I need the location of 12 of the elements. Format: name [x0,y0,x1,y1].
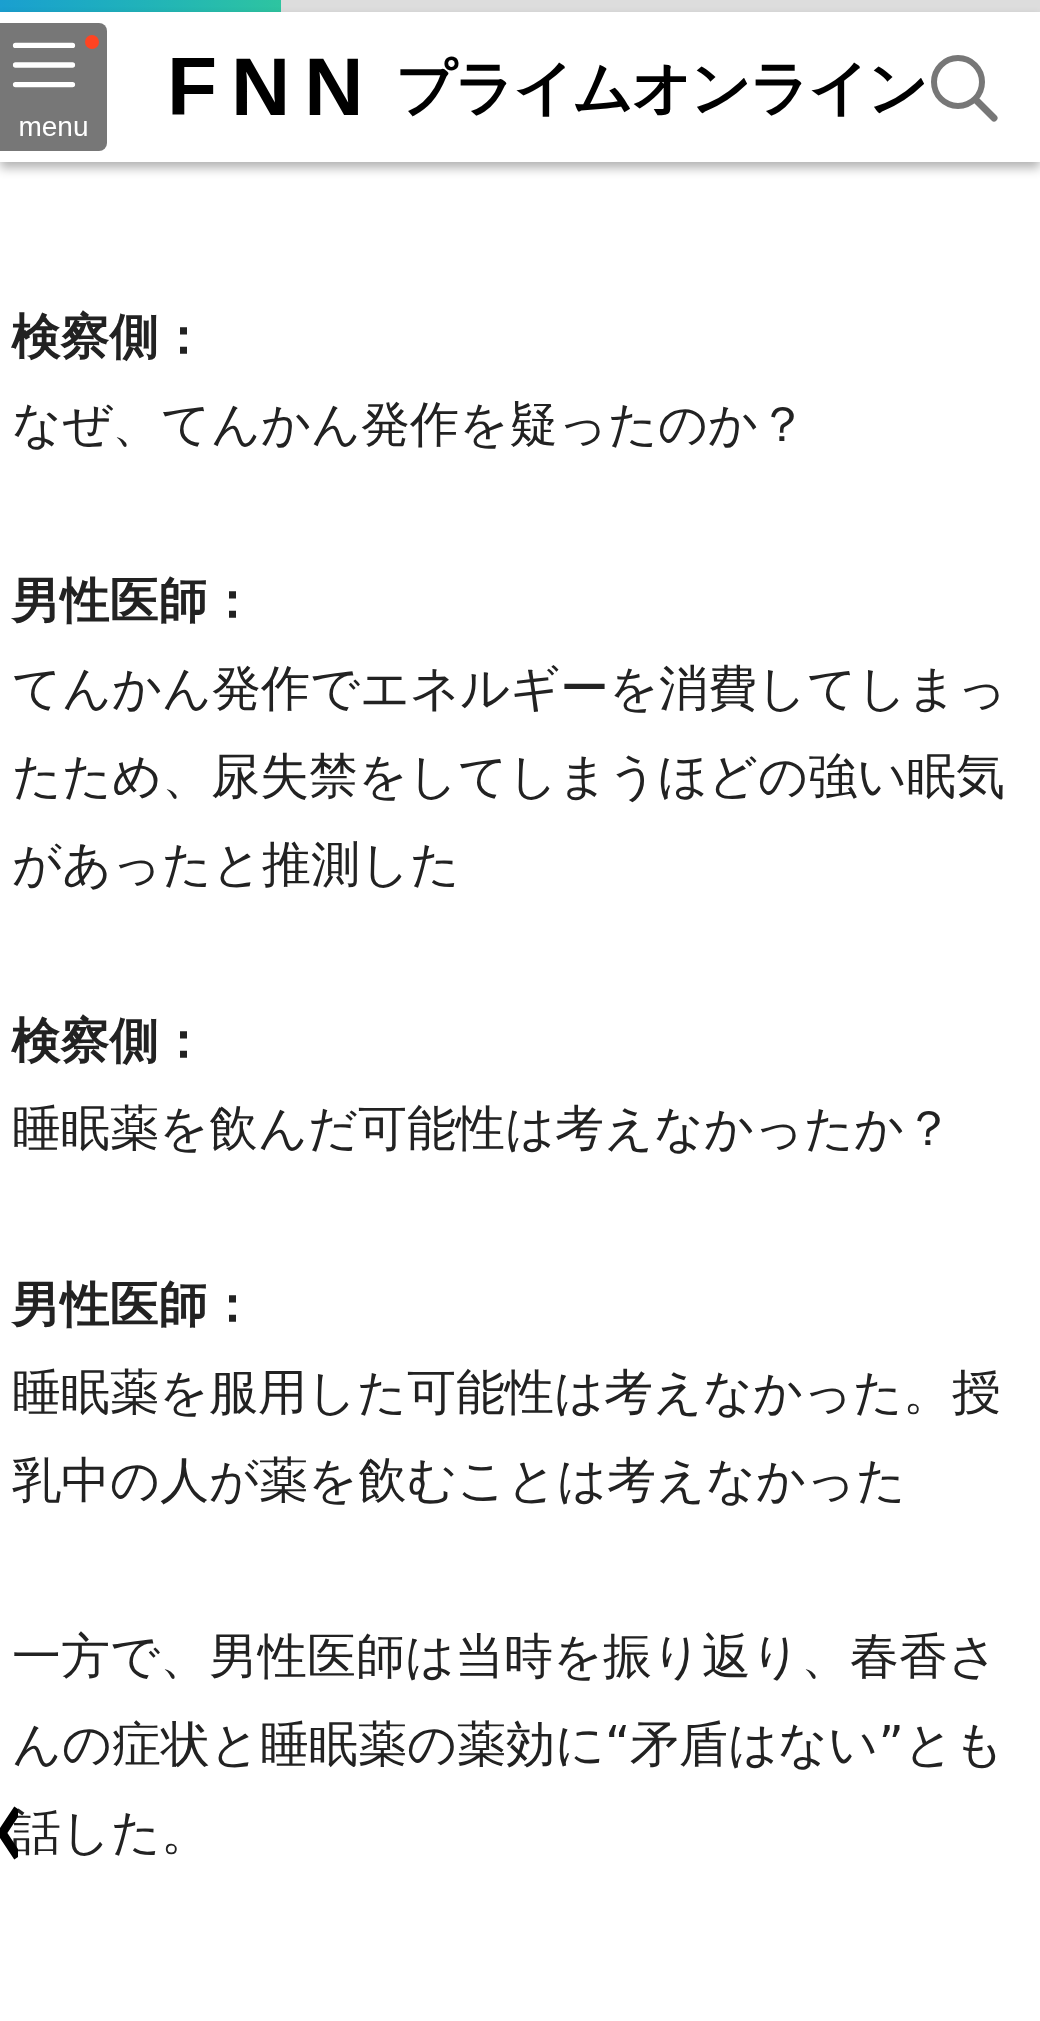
speaker-label: 男性医師： [12,1275,258,1335]
article-paragraph: なぜ、てんかん発作を疑ったのか？ [12,395,808,455]
article-paragraph: 睡眠薬を飲んだ可能性は考えなかったか？ [12,1099,954,1159]
article-paragraph: てんかん発作でエネルギーを消費してしまったため、尿失禁をしてしまうほどの強い眠気があったと推測した [12,659,1008,895]
logo-text: プライムオンライン [395,57,927,117]
menu-button[interactable]: menu [0,23,107,151]
article-paragraph: 睡眠薬を服用した可能性は考えなかった。授乳中の人が薬を飲むことは考えなかった [12,1363,1002,1511]
speaker-label: 男性医師： [12,571,258,631]
search-icon[interactable] [928,52,1000,124]
speaker-label: 検察側： [12,1011,209,1071]
speaker-label: 検察側： [12,307,209,367]
logo-letters: FNN [167,46,378,128]
